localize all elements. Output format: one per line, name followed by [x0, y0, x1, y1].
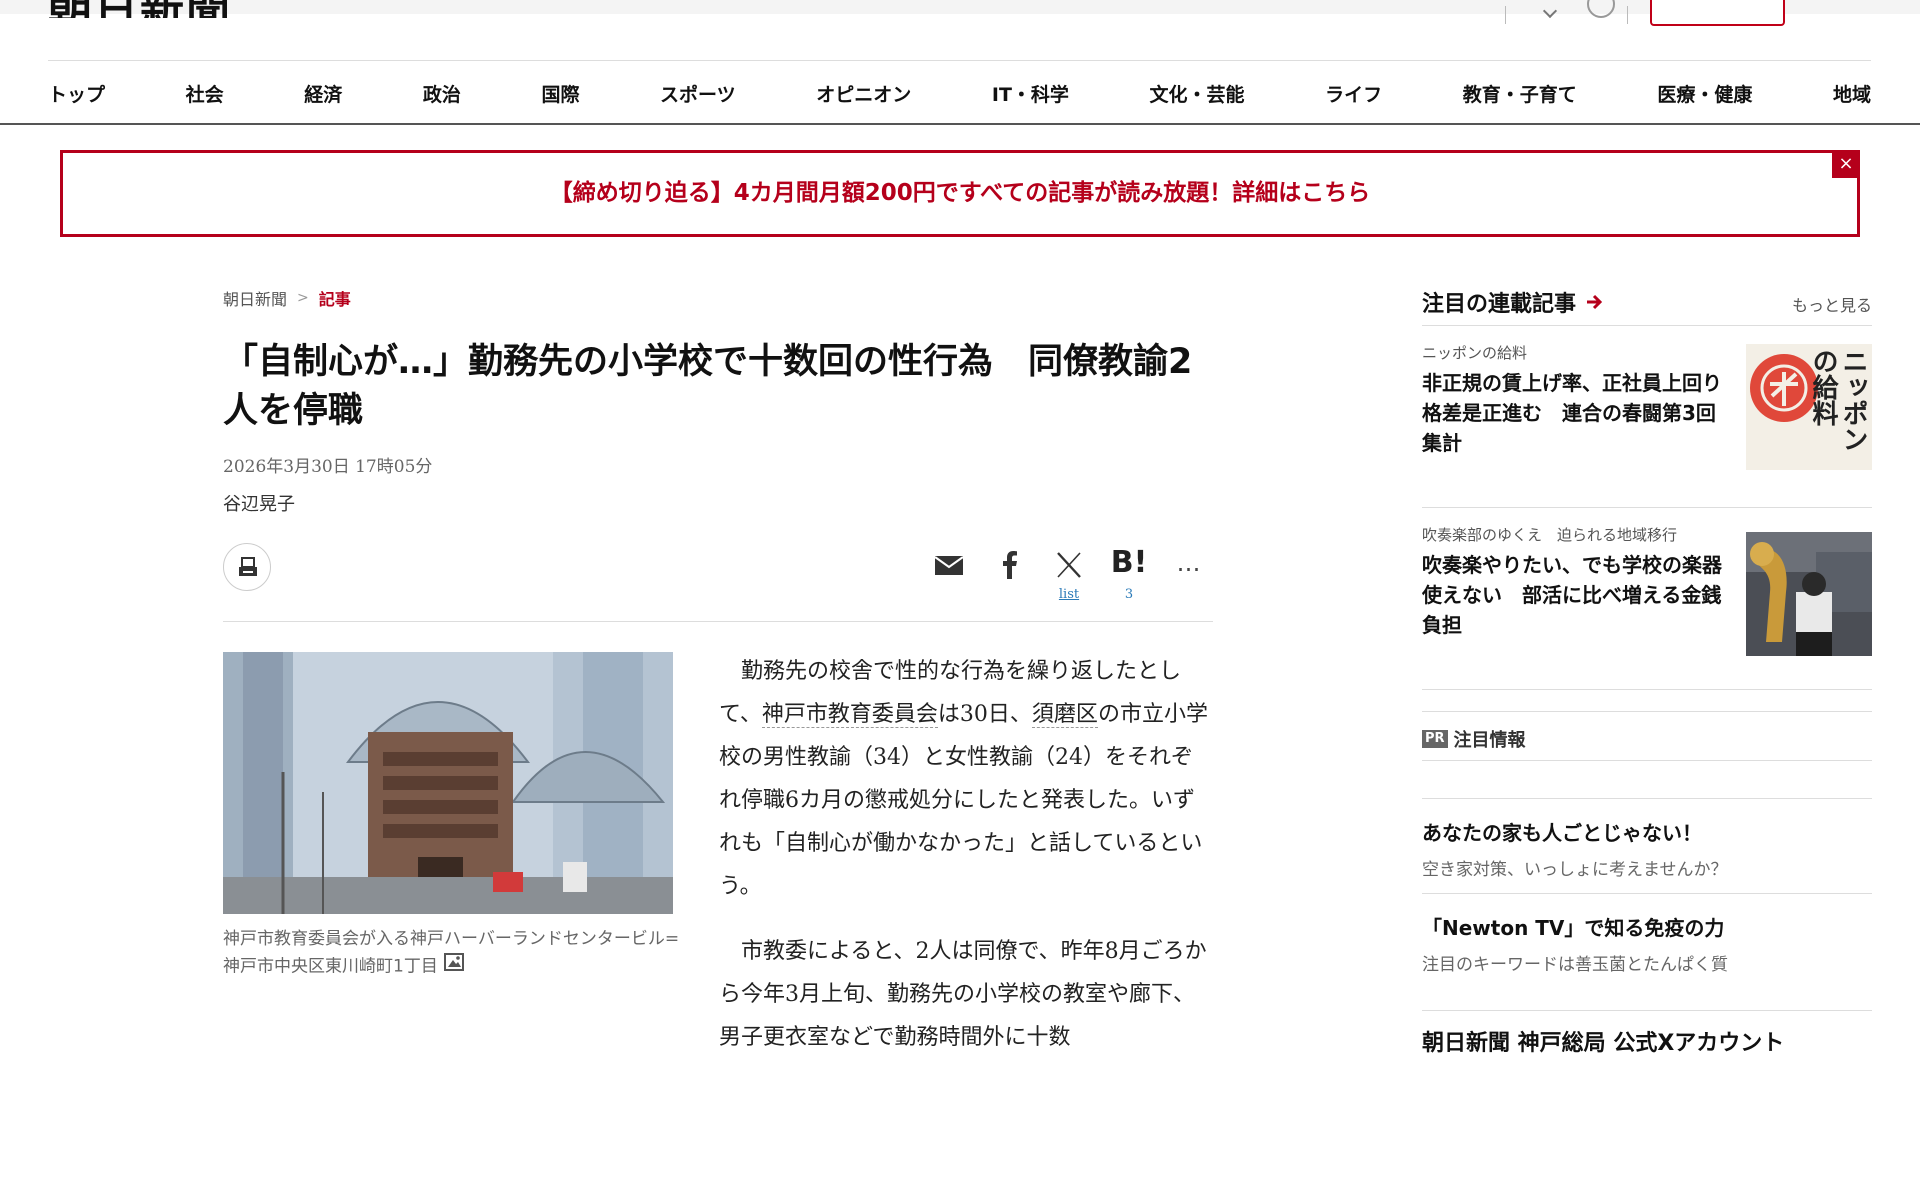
nav-item-society[interactable]: 社会 [186, 80, 224, 107]
article-body: 勤務先の校舎で性的な行為を繰り返したとして、神戸市教育委員会は30日、須磨区の市… [719, 650, 1213, 1052]
share-x-list-link[interactable]: list [1047, 587, 1091, 602]
serial-title: 吹奏楽やりたい、でも学校の楽器使えない 部活に比べ増える金銭負担 [1422, 553, 1722, 637]
article-paragraph: 勤務先の校舎で性的な行為を繰り返したとして、神戸市教育委員会は30日、須磨区の市… [719, 650, 1213, 908]
photo-caption: 神戸市教育委員会が入る神戸ハーバーランドセンタービル=神戸市中央区東川崎町1丁目 [223, 926, 683, 981]
pr-item[interactable]: 「Newton TV」で知る免疫の力 注目のキーワードは善玉菌とたんぱく質 [1422, 893, 1872, 987]
pr-item-sub: 注目のキーワードは善玉菌とたんぱく質 [1422, 955, 1728, 975]
share-x-button[interactable]: list [1047, 543, 1091, 613]
share-mail-button[interactable] [927, 543, 971, 613]
arrow-right-icon [1587, 294, 1603, 310]
article-paragraph: 市教委によると、2人は同僚で、昨年8月ごろから今年3月上旬、勤務先の小学校の教室… [719, 939, 1207, 1050]
breadcrumb-home[interactable]: 朝日新聞 [223, 286, 287, 310]
article-date: 2026年3月30日 17時05分 [223, 457, 433, 477]
print-button[interactable] [223, 543, 271, 591]
sidebar-x-account[interactable]: 朝日新聞 神戸総局 公式Xアカウント [1422, 1010, 1872, 1070]
close-icon[interactable]: × [1832, 150, 1860, 178]
article-divider [223, 621, 1213, 622]
header-divider [1505, 6, 1506, 24]
pr-item-sub: 空き家対策、いっしょに考えませんか？ [1422, 860, 1728, 880]
share-more-button[interactable]: … [1167, 543, 1211, 613]
breadcrumb-current[interactable]: 記事 [319, 286, 351, 310]
nav-item-top[interactable]: トップ [48, 80, 105, 107]
nav-item-it-science[interactable]: IT・科学 [992, 80, 1069, 107]
serial-thumbnail: ニッポンの給料 [1746, 344, 1872, 470]
serial-item[interactable]: 吹奏楽部のゆくえ 迫られる地域移行 吹奏楽やりたい、でも学校の楽器使えない 部活… [1422, 524, 1872, 690]
more-link[interactable]: もっと見る [1792, 292, 1872, 316]
image-zoom-icon[interactable] [443, 953, 464, 980]
nav-item-politics[interactable]: 政治 [423, 80, 461, 107]
brass-band-photo [1746, 532, 1872, 656]
nav-item-education[interactable]: 教育・子育て [1463, 80, 1577, 107]
serials-header: 注目の連載記事 もっと見る [1422, 282, 1872, 326]
nav-item-health[interactable]: 医療・健康 [1657, 80, 1752, 107]
nav-item-opinion[interactable]: オピニオン [816, 80, 911, 107]
building-photo [223, 652, 673, 914]
nav-divider [0, 123, 1920, 125]
serial-category: ニッポンの給料 [1422, 344, 1528, 362]
x-icon [1057, 552, 1081, 578]
serial-thumbnail [1746, 532, 1872, 656]
breadcrumb: 朝日新聞 > 記事 [223, 286, 351, 310]
x-account-title: 朝日新聞 神戸総局 公式Xアカウント [1422, 1031, 1785, 1056]
article-photo[interactable] [223, 652, 673, 914]
global-nav: トップ 社会 経済 政治 国際 スポーツ オピニオン IT・科学 文化・芸能 ラ… [48, 60, 1871, 124]
facebook-icon [1003, 551, 1017, 579]
nav-item-international[interactable]: 国際 [541, 80, 579, 107]
share-hatena-count[interactable]: 3 [1107, 587, 1151, 602]
user-icon[interactable] [1587, 0, 1615, 18]
nav-item-region[interactable]: 地域 [1833, 80, 1871, 107]
login-button[interactable] [1650, 0, 1785, 26]
serials-title[interactable]: 注目の連載記事 [1422, 286, 1604, 318]
pr-header: PR 注目情報 [1422, 711, 1872, 761]
site-logo[interactable]: 朝日新聞 [48, 0, 232, 18]
sidebar: 注目の連載記事 もっと見る ニッポンの給料 非正規の賃上げ率、正社員上回り格差是… [1422, 282, 1872, 690]
pr-badge: PR [1422, 730, 1448, 748]
nav-item-sports[interactable]: スポーツ [660, 80, 736, 107]
keyword-link[interactable]: 須磨区 [1031, 702, 1098, 728]
pr-title-text: 注目情報 [1453, 730, 1526, 751]
serials-title-text: 注目の連載記事 [1422, 292, 1577, 317]
nav-item-economy[interactable]: 経済 [304, 80, 342, 107]
nav-list: トップ 社会 経済 政治 国際 スポーツ オピニオン IT・科学 文化・芸能 ラ… [48, 61, 1871, 125]
share-facebook-button[interactable] [988, 543, 1032, 613]
pr-item[interactable]: あなたの家も人ごとじゃない！ 空き家対策、いっしょに考えませんか？ [1422, 798, 1872, 892]
pr-item-title: 「Newton TV」で知る免疫の力 [1422, 916, 1725, 940]
nav-item-culture[interactable]: 文化・芸能 [1150, 80, 1245, 107]
paragraph-text: は30日、 [937, 702, 1032, 727]
paragraph-text: の市立小学校の男性教諭（34）と女性教諭（24）をそれぞれ停職6カ月の懲戒処分に… [719, 702, 1208, 899]
serial-item[interactable]: ニッポンの給料 非正規の賃上げ率、正社員上回り格差是正進む 連合の春闘第3回集計… [1422, 342, 1872, 508]
pr-item-title: あなたの家も人ごとじゃない！ [1422, 821, 1702, 845]
keyword-link[interactable]: 神戸市教育委員会 [761, 702, 938, 728]
nav-item-life[interactable]: ライフ [1325, 80, 1382, 107]
promo-banner: 【締め切り迫る】4カ月間月額200円ですべての記事が読み放題！詳細はこちら × [60, 150, 1860, 237]
mail-icon [934, 556, 964, 575]
header-divider [1627, 6, 1628, 24]
more-icon: … [1176, 549, 1202, 577]
hatena-icon: B! [1110, 545, 1148, 580]
header-tools [1505, 0, 1795, 28]
pr-title: PR 注目情報 [1422, 726, 1526, 752]
serial-title: 非正規の賃上げ率、正社員上回り格差是正進む 連合の春闘第3回集計 [1422, 371, 1722, 455]
serial-category: 吹奏楽部のゆくえ 迫られる地域移行 [1422, 526, 1678, 544]
printer-icon [239, 557, 257, 576]
serial-thumb-text: ニッポンの給料 [1808, 348, 1868, 452]
share-hatena-button[interactable]: B! 3 [1107, 543, 1151, 613]
chevron-icon[interactable] [1542, 3, 1558, 19]
article-headline: 「自制心が…」勤務先の小学校で十数回の性行為 同僚教諭2人を停職 [223, 342, 1193, 431]
article-author: 谷辺晃子 [223, 494, 295, 515]
breadcrumb-separator: > [297, 290, 309, 306]
promo-link[interactable]: 【締め切り迫る】4カ月間月額200円ですべての記事が読み放題！詳細はこちら [63, 153, 1857, 234]
